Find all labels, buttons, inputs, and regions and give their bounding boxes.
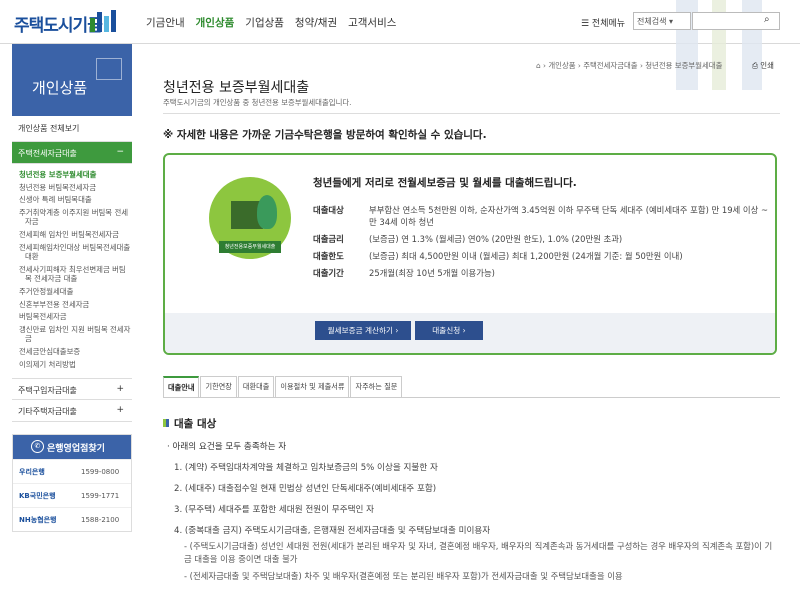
requirement-lead: · 아래의 요건을 모두 충족하는 자 <box>167 442 287 452</box>
box-footer: 월세보증금 계산하기 › 대출신청 › <box>165 313 775 353</box>
section-title-text: 대출 대상 <box>174 418 217 430</box>
sidebar-sub-item[interactable]: 청년전용 보증부월세대출 <box>18 170 132 180</box>
info-row: 대출기간 25개월(최장 10년 5개월 이용가능) <box>313 267 769 279</box>
collapse-icon: − <box>116 147 124 157</box>
product-headline: 청년들에게 저리로 전월세보증금 및 월세를 대출해드립니다. <box>313 177 577 189</box>
info-key: 대출금리 <box>313 234 344 244</box>
bank-row[interactable]: KB국민은행 1599-1771 <box>13 483 131 507</box>
content-tabs: 대출안내 기한연장 대환대출 이용절차 및 제출서류 자주하는 질문 <box>163 376 780 398</box>
page-subtitle: 주택도시기금의 개인상품 중 청년전용 보증부월세대출입니다. <box>163 98 352 107</box>
print-label: 인쇄 <box>760 61 774 70</box>
info-row: 대출한도 (보증금) 최대 4,500만원 이내 (월세금) 최대 1,200만… <box>313 250 769 262</box>
sidebar-sub-item[interactable]: 신생아 특례 버팀목대출 <box>18 195 132 205</box>
divider <box>163 113 780 114</box>
sidebar-sub-item[interactable]: 전세피해 임차인 버팀목전세자금 <box>18 230 132 240</box>
info-value: (보증금) 최대 4,500만원 이내 (월세금) 최대 1,200만원 (24… <box>369 251 683 261</box>
section-marker-icon <box>163 419 169 427</box>
sidebar-sub-item[interactable]: 전세사기피해자 최우선변제금 버팀목 전세자금 대출 <box>18 265 132 284</box>
list-sub-item: - (전세자금대출 및 주택담보대출) 차주 및 배우자(결혼예정 또는 분리된… <box>184 571 623 581</box>
sidebar-sub-list: 청년전용 보증부월세대출 청년전용 버팀목전세자금 신생아 특례 버팀목대출 주… <box>12 164 132 378</box>
sidebar-sub-item[interactable]: 주거안정월세대출 <box>18 287 132 297</box>
house-icon <box>96 58 122 80</box>
bank-name: KB국민은행 <box>19 491 56 500</box>
product-info-table: 대출대상 부부합산 연소득 5천만원 이하, 순자산가액 3.45억원 이하 무… <box>313 204 769 284</box>
product-logo: 청년전용보증부월세대출 <box>209 177 291 259</box>
nav-item-personal[interactable]: 개인상품 <box>196 15 235 30</box>
page-title: 청년전용 보증부월세대출 <box>163 80 310 96</box>
loan-apply-button[interactable]: 대출신청 › <box>415 321 483 340</box>
sidebar-cat-label: 기타주택자금대출 <box>18 407 77 417</box>
expand-icon: + <box>116 384 124 395</box>
tab-faq[interactable]: 자주하는 질문 <box>350 376 403 397</box>
branch-finder-button[interactable]: ✆ 은행영업점찾기 <box>13 435 131 460</box>
bank-row[interactable]: 우리은행 1599-0800 <box>13 459 131 483</box>
bank-row[interactable]: NH농협은행 1588-2100 <box>13 507 131 531</box>
bank-name: 우리은행 <box>19 467 45 476</box>
sidebar-title: 개인상품 <box>12 44 132 116</box>
sidebar-cat-label: 주택구입자금대출 <box>18 386 77 396</box>
sidebar-all-view[interactable]: 개인상품 전체보기 <box>12 116 132 142</box>
branch-finder-title: 은행영업점찾기 <box>47 444 105 455</box>
sidebar-sub-item[interactable]: 전세피해임차인대상 버팀목전세대출대환 <box>18 243 132 262</box>
list-item: 1. (계약) 주택임대차계약을 체결하고 임차보증금의 5% 이상을 지불한 … <box>174 463 438 473</box>
breadcrumb[interactable]: ⌂ › 개인상품 › 주택전세자금대출 › 청년전용 보증부월세대출 <box>536 60 722 71</box>
info-row: 대출대상 부부합산 연소득 5천만원 이하, 순자산가액 3.45억원 이하 무… <box>313 204 769 228</box>
logo-mark-icon <box>90 10 116 32</box>
bank-phone: 1599-1771 <box>81 491 120 500</box>
bank-name: NH농협은행 <box>19 515 57 524</box>
sidebar-sub-item[interactable]: 버팀목전세자금 <box>18 312 132 322</box>
sidebar-sub-item[interactable]: 주거취약계층 이주지원 버팀목 전세자금 <box>18 208 132 227</box>
info-value: 25개월(최장 10년 5개월 이용가능) <box>369 268 495 278</box>
list-sub-item: - (주택도시기금대출) 성년인 세대원 전원(세대가 분리된 배우자 및 자녀… <box>184 541 773 564</box>
tab-refinance[interactable]: 대환대출 <box>237 376 275 397</box>
phone-icon: ✆ <box>31 440 44 454</box>
info-row: 대출금리 (보증금) 연 1.3% (월세금) 연0% (20만원 한도), 1… <box>313 233 769 245</box>
list-item: 4. (중복대출 금지) 주택도시기금대출, 은행재원 전세자금대출 및 주택담… <box>174 526 491 536</box>
info-key: 대출대상 <box>313 205 344 215</box>
branch-finder: ✆ 은행영업점찾기 우리은행 1599-0800 KB국민은행 1599-177… <box>12 434 132 533</box>
tab-loan-guide[interactable]: 대출안내 <box>163 376 200 397</box>
sidebar-cat-other[interactable]: 기타주택자금대출 + <box>12 400 132 423</box>
site-header: 주택도시기금 기금안내 개인상품 기업상품 청약/채권 고객서비스 ☰ 전체메뉴… <box>0 0 800 90</box>
sidebar-cat-jeonse[interactable]: 주택전세자금대출 − <box>12 142 132 164</box>
list-item: 2. (세대주) 대출접수일 현재 민법상 성년인 단독세대주(예비세대주 포함… <box>174 484 437 494</box>
sidebar-cat-label: 주택전세자금대출 <box>18 149 77 158</box>
deposit-calculator-button[interactable]: 월세보증금 계산하기 › <box>315 321 411 340</box>
sidebar-sub-item[interactable]: 갱신만료 임차인 지원 버팀목 전세자금 <box>18 325 132 344</box>
search-scope-select[interactable]: 전체검색 ▾ <box>633 12 691 30</box>
requirement-list: 1. (계약) 주택임대차계약을 체결하고 임차보증금의 5% 이상을 지불한 … <box>174 461 774 583</box>
info-key: 대출한도 <box>313 251 344 261</box>
tab-extension[interactable]: 기한연장 <box>200 376 237 397</box>
global-nav: 기금안내 개인상품 기업상품 청약/채권 고객서비스 <box>146 15 407 30</box>
search-scope-value: 전체검색 <box>637 17 667 26</box>
product-logo-label: 청년전용보증부월세대출 <box>219 241 281 253</box>
nav-item-customer[interactable]: 고객서비스 <box>348 15 396 30</box>
tab-procedure[interactable]: 이용절차 및 제출서류 <box>275 376 350 397</box>
product-summary-box: 청년전용보증부월세대출 청년들에게 저리로 전월세보증금 및 월세를 대출해드립… <box>163 153 777 355</box>
search-icon[interactable]: ⌕ <box>764 14 770 25</box>
sidebar-sub-item[interactable]: 청년전용 버팀목전세자금 <box>18 183 132 193</box>
tree-icon <box>257 195 277 229</box>
section-title: 대출 대상 <box>163 416 216 431</box>
sidebar-sub-item[interactable]: 전세금안심대출보증 <box>18 347 132 357</box>
print-button[interactable]: ⎙ 인쇄 <box>752 60 774 71</box>
bank-phone: 1599-0800 <box>81 467 120 476</box>
sidebar: 개인상품 개인상품 전체보기 주택전세자금대출 − 청년전용 보증부월세대출 청… <box>12 44 132 533</box>
nav-item-fund-info[interactable]: 기금안내 <box>146 15 185 30</box>
nav-item-subscription[interactable]: 청약/채권 <box>295 15 337 30</box>
nav-item-business[interactable]: 기업상품 <box>245 15 284 30</box>
site-logo[interactable]: 주택도시기금 <box>14 11 103 36</box>
info-key: 대출기간 <box>313 268 344 278</box>
list-item: 3. (무주택) 세대주를 포함한 세대원 전원이 무주택인 자 <box>174 505 375 515</box>
sidebar-cat-purchase[interactable]: 주택구입자금대출 + <box>12 378 132 401</box>
sidebar-sub-item[interactable]: 이의제기 처리방법 <box>18 360 132 370</box>
all-menu-button[interactable]: ☰ 전체메뉴 <box>581 16 625 29</box>
sidebar-title-text: 개인상품 <box>32 79 88 97</box>
sidebar-sub-item[interactable]: 신혼부부전용 전세자금 <box>18 300 132 310</box>
bank-phone: 1588-2100 <box>81 515 120 524</box>
info-value: (보증금) 연 1.3% (월세금) 연0% (20만원 한도), 1.0% (… <box>369 234 623 244</box>
info-value: 부부합산 연소득 5천만원 이하, 순자산가액 3.45억원 이하 무주택 단독… <box>369 205 768 227</box>
expand-icon: + <box>116 405 124 416</box>
notice-text: ※ 자세한 내용은 가까운 기금수탁은행을 방문하여 확인하실 수 있습니다. <box>163 129 487 141</box>
